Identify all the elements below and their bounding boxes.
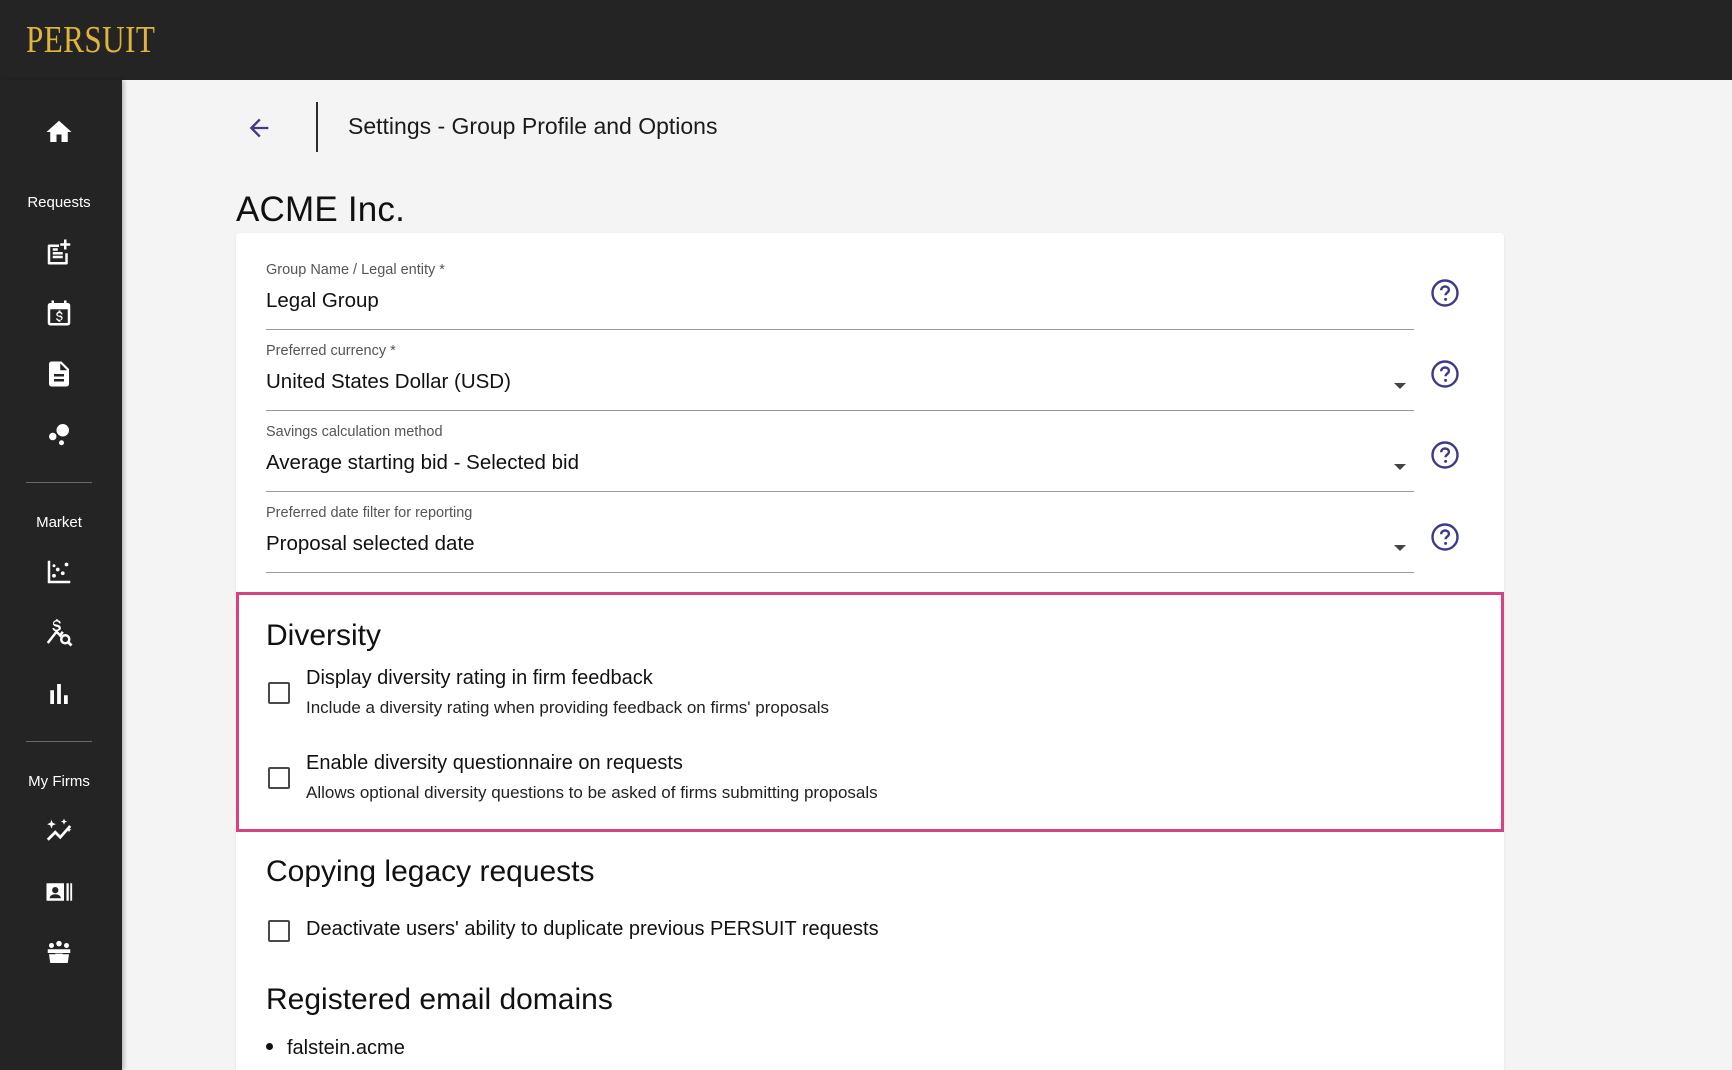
option-description: Allows optional diversity questions to b… <box>306 783 878 802</box>
sidebar-section-requests: Requests <box>27 194 91 211</box>
field-value[interactable]: Average starting bid - Selected bid <box>266 451 579 475</box>
header-divider <box>316 102 318 152</box>
settings-card: Group Name / Legal entity * Legal Group … <box>236 233 1504 1070</box>
email-domains-heading: Registered email domains <box>266 983 613 1016</box>
calendar-dollar-icon[interactable] <box>41 295 77 331</box>
diversity-questionnaire-checkbox[interactable] <box>268 767 290 789</box>
chevron-down-icon[interactable] <box>1394 383 1406 389</box>
arrow-back-icon[interactable] <box>239 108 279 148</box>
top-bar: PERSUIT <box>0 0 1732 80</box>
scatter-chart-icon[interactable] <box>41 554 77 590</box>
sidebar-section-my-firms: My Firms <box>28 773 90 790</box>
field-value[interactable]: United States Dollar (USD) <box>266 370 511 394</box>
persuit-logo[interactable]: PERSUIT <box>26 18 155 62</box>
help-icon[interactable] <box>1430 440 1460 470</box>
option-label: Enable diversity questionnaire on reques… <box>306 752 683 774</box>
page-title: Settings - Group Profile and Options <box>348 113 718 139</box>
chevron-down-icon[interactable] <box>1394 545 1406 551</box>
date-filter-select[interactable]: Preferred date filter for reporting Prop… <box>266 505 1414 573</box>
organization-name: ACME Inc. <box>236 190 406 229</box>
sparkle-chart-icon[interactable] <box>41 813 77 849</box>
preferred-currency-select[interactable]: Preferred currency * United States Dolla… <box>266 343 1414 411</box>
sidebar-section-market: Market <box>36 514 82 531</box>
help-icon[interactable] <box>1430 522 1460 552</box>
field-label: Preferred currency * <box>266 343 396 359</box>
sidebar-divider <box>26 482 92 483</box>
diversity-rating-checkbox[interactable] <box>268 682 290 704</box>
option-label: Deactivate users' ability to duplicate p… <box>306 918 879 940</box>
price-search-icon[interactable] <box>41 615 77 651</box>
help-icon[interactable] <box>1430 359 1460 389</box>
option-label: Display diversity rating in firm feedbac… <box>306 667 653 689</box>
list-item: falstein.acme <box>266 1037 405 1060</box>
field-label: Group Name / Legal entity * <box>266 262 445 278</box>
contact-card-icon[interactable] <box>41 874 77 910</box>
group-icon[interactable] <box>41 935 77 971</box>
help-icon[interactable] <box>1430 278 1460 308</box>
field-label: Savings calculation method <box>266 424 443 440</box>
legacy-copy-checkbox[interactable] <box>268 920 290 942</box>
field-value[interactable]: Legal Group <box>266 289 379 313</box>
legacy-heading: Copying legacy requests <box>266 855 595 888</box>
bullet <box>266 1043 273 1051</box>
bar-chart-icon[interactable] <box>41 676 77 712</box>
home-icon[interactable] <box>41 114 77 150</box>
savings-method-select[interactable]: Savings calculation method Average start… <box>266 424 1414 492</box>
option-description: Include a diversity rating when providin… <box>306 698 829 717</box>
sidebar-divider <box>26 741 92 742</box>
domain-text: falstein.acme <box>287 1037 405 1059</box>
diversity-section-highlight: Diversity Display diversity rating in fi… <box>236 592 1504 832</box>
group-name-field[interactable]: Group Name / Legal entity * Legal Group <box>266 262 1414 330</box>
sidebar-nav: Requests Market My Firms <box>0 80 122 1070</box>
bubbles-icon[interactable] <box>41 416 77 452</box>
document-icon[interactable] <box>41 356 77 392</box>
new-request-icon[interactable] <box>41 234 77 270</box>
page-header: Settings - Group Profile and Options <box>122 80 1732 172</box>
diversity-heading: Diversity <box>266 619 382 652</box>
chevron-down-icon[interactable] <box>1394 464 1406 470</box>
field-label: Preferred date filter for reporting <box>266 505 473 521</box>
field-value[interactable]: Proposal selected date <box>266 532 475 556</box>
